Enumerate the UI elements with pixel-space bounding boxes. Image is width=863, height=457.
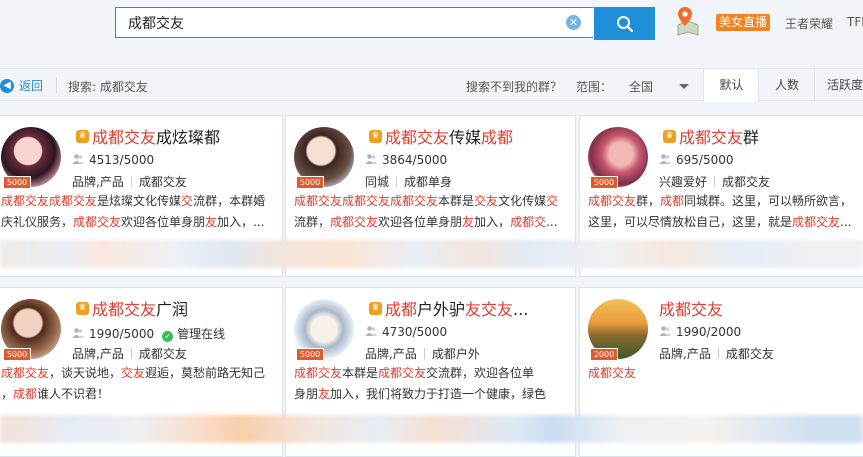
map-pin-icon[interactable]: [674, 5, 702, 37]
range-value: 全国: [629, 80, 654, 94]
level-badge: 5000: [296, 176, 324, 189]
members-icon: [365, 326, 377, 336]
member-count: 695/5000: [659, 153, 734, 167]
member-count: 3864/5000: [365, 153, 447, 167]
not-found-link[interactable]: 搜索不到我的群？: [466, 78, 562, 95]
tab-default[interactable]: 默认: [703, 69, 759, 102]
blurred-content: [0, 240, 863, 268]
member-count: 4730/5000: [365, 325, 447, 339]
chevron-down-icon: [678, 84, 689, 89]
level-badge: 5000: [3, 348, 31, 361]
group-description: 成都交友成都交友是炫璨文化传媒交流群，本群婚: [1, 194, 266, 208]
group-description: 流群，成都交友欢迎各位单身朋友加入，成都交...: [294, 215, 558, 229]
vip-crown-icon: ♛: [76, 130, 89, 143]
filter-bar: ◀ 返回 搜索: 成都交友 搜索不到我的群？ 范围： 全国 默认 人数 活跃度: [0, 68, 863, 102]
group-description: ，成都谁人不识君！: [1, 387, 110, 401]
group-title[interactable]: 成都交友群: [679, 124, 759, 148]
vip-crown-icon: ♛: [663, 130, 676, 143]
group-description: 成都交友成都交友成都交友本群是交友文化传媒交: [294, 194, 559, 208]
search-input[interactable]: [115, 7, 593, 38]
group-description: 成都交友群，成都同城群。这里，可以畅所欲言，: [588, 194, 853, 208]
group-description: 身朋友加入，我们将致力于打造一个健康，绿色: [294, 387, 547, 401]
group-description: 成都交友，谈天说地，交友遐逅，莫愁前路无知己: [1, 366, 266, 380]
member-count: 1990/5000 ✓ 管理在线: [72, 325, 225, 342]
group-description: 成都交友本群是成都交友交流群，欢迎各位单: [294, 366, 535, 380]
tab-members[interactable]: 人数: [758, 69, 815, 102]
vip-crown-icon: ♛: [369, 130, 382, 143]
group-title[interactable]: 成都交友成炫璨都: [92, 124, 220, 148]
search-icon: [616, 15, 633, 32]
clear-search-icon[interactable]: ✕: [566, 15, 581, 30]
back-label: 返回: [19, 79, 44, 93]
back-button[interactable]: ◀ 返回: [0, 77, 43, 94]
members-icon: [659, 154, 671, 164]
group-tags: 品牌,产品 成都户外: [365, 347, 480, 361]
group-tags: 品牌,产品 成都交友: [72, 175, 187, 189]
members-icon: [72, 328, 84, 338]
group-tags: 品牌,产品 成都交友: [72, 347, 187, 361]
group-title[interactable]: 成都户外驴友交友...: [385, 296, 528, 320]
group-description: 庆礼仪服务，成都交友欢迎各位单身朋友加入，...: [1, 215, 265, 229]
search-summary: 搜索: 成都交友: [68, 80, 148, 94]
members-icon: [659, 326, 671, 336]
top-bar: ✕ 美女直播 王者荣耀 TFB: [0, 0, 863, 68]
range-select[interactable]: 全国: [629, 78, 689, 95]
search-box: ✕: [115, 7, 655, 40]
range-label: 范围：: [576, 80, 613, 94]
online-check-icon: ✓: [162, 331, 174, 342]
vip-crown-icon: ♛: [76, 302, 89, 315]
group-tags: 兴趣爱好 成都交友: [659, 175, 771, 189]
level-badge: 5000: [296, 348, 324, 361]
search-button[interactable]: [594, 7, 655, 40]
group-tags: 品牌,产品 成都交友: [659, 347, 774, 361]
member-count: 1990/2000: [659, 325, 741, 339]
level-badge: 5000: [590, 176, 618, 189]
group-tags: 同城 成都单身: [365, 175, 453, 189]
level-badge: 2000: [590, 348, 618, 361]
members-icon: [72, 154, 84, 164]
level-badge: 5000: [3, 176, 31, 189]
blurred-content: [0, 415, 863, 443]
group-title[interactable]: 成都交友广润: [92, 296, 188, 320]
member-count: 4513/5000: [72, 153, 154, 167]
back-arrow-icon: ◀: [0, 78, 14, 93]
vip-crown-icon: ♛: [369, 302, 382, 315]
divider: [56, 77, 57, 93]
top-link-tfb[interactable]: TFB: [847, 15, 863, 29]
group-title[interactable]: 成都交友传媒成都: [385, 124, 513, 148]
group-description: 这里，可以尽情放松自己，这里，就是成都交友...: [588, 215, 852, 229]
group-description: 成都交友: [588, 366, 637, 380]
members-icon: [365, 154, 377, 164]
live-badge[interactable]: 美女直播: [716, 14, 771, 31]
group-title[interactable]: 成都交友: [659, 296, 723, 320]
tab-activity[interactable]: 活跃度: [814, 69, 863, 102]
top-link-game[interactable]: 王者荣耀: [785, 15, 833, 32]
